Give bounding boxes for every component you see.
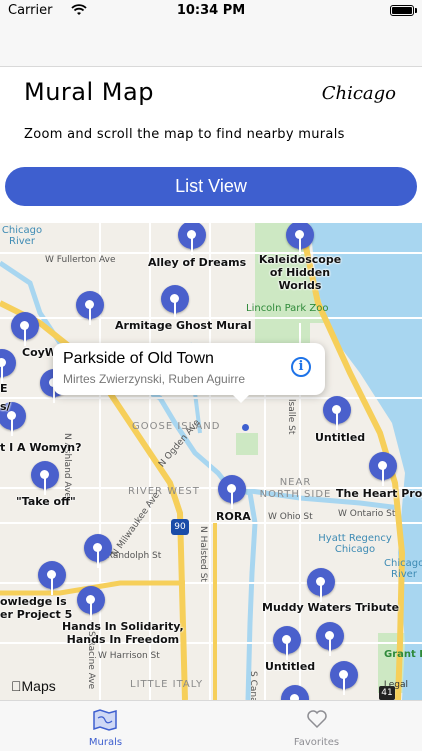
tab-bar: Murals Favorites	[0, 700, 422, 751]
area-label: NEAR NORTH SIDE	[259, 477, 332, 500]
tab-murals[interactable]: Murals	[0, 701, 211, 751]
water-label: Chicago River	[384, 558, 422, 580]
mural-label: Untitled	[265, 660, 316, 673]
street-label: W Fullerton Ave	[45, 255, 116, 265]
mural-pin[interactable]	[76, 291, 104, 343]
tab-favorites[interactable]: Favorites	[211, 701, 422, 751]
water-label: Chicago River	[1, 225, 43, 247]
mural-label: owledge Is er Project 5	[0, 595, 73, 621]
street-label: N Halsted St	[198, 526, 208, 582]
street-label: lsalle St	[286, 399, 296, 435]
mural-callout[interactable]: Parkside of Old Town Mirtes Zwierzynski,…	[53, 343, 325, 403]
mural-label: The Heart Proje	[336, 487, 422, 500]
mural-label: Hands In Solidarity, Hands In Freedom	[62, 620, 184, 646]
callout-arrow	[231, 393, 251, 403]
navigation-bar	[0, 22, 422, 67]
list-view-button[interactable]: List View	[5, 167, 417, 206]
map-view[interactable]: GOOSE ISLAND RIVER WEST NEAR NORTH SIDE …	[0, 223, 422, 700]
mural-label: Kaleidoscope of Hidden Worlds	[258, 253, 342, 292]
mural-pin[interactable]	[281, 685, 309, 700]
park-label: Lincoln Park Zoo	[246, 303, 329, 314]
tab-label: Favorites	[293, 737, 340, 748]
street-label: S Canal	[248, 671, 258, 700]
mural-label: Untitled	[315, 431, 366, 444]
mural-label: E	[0, 382, 8, 395]
mural-pin[interactable]	[330, 661, 358, 700]
street-label: W Harrison St	[98, 651, 160, 661]
area-label: GOOSE ISLAND	[132, 421, 221, 432]
battery-icon	[390, 5, 414, 16]
maps-logo-text: Maps	[11, 678, 56, 694]
mural-label: t I A Womyn?	[0, 441, 82, 454]
heart-icon	[305, 707, 329, 735]
status-bar: Carrier 10:34 PM	[0, 0, 422, 22]
header: Mural Map Chicago Zoom and scroll the ma…	[0, 67, 422, 223]
city-label: Chicago	[321, 83, 396, 104]
location-dot	[242, 424, 249, 431]
legal-link[interactable]: Legal	[384, 680, 408, 690]
mural-label: Muddy Waters Tribute	[262, 601, 400, 614]
callout-title: Parkside of Old Town	[63, 350, 214, 367]
mural-label: Alley of Dreams	[148, 256, 247, 269]
mural-label: CoyW	[22, 346, 57, 359]
battery-cap	[415, 8, 417, 13]
mural-label: "Take off"	[16, 495, 76, 508]
street-label: W Ohio St	[268, 512, 313, 522]
mural-label: Armitage Ghost Mural	[115, 319, 252, 332]
mural-label: RORA	[216, 510, 251, 523]
clock: 10:34 PM	[176, 3, 246, 18]
map-icon	[92, 707, 118, 737]
street-label: W Ontario St	[338, 509, 396, 519]
hotel-label: Hyatt Regency Chicago	[318, 533, 392, 555]
apple-logo-icon: 	[11, 678, 22, 694]
mural-label: s/	[0, 400, 11, 413]
mural-pin[interactable]	[84, 534, 112, 586]
info-icon[interactable]: i	[291, 357, 311, 377]
subtitle: Zoom and scroll the map to find nearby m…	[24, 127, 345, 142]
page-title: Mural Map	[24, 78, 154, 106]
park-label: Grant Pa	[384, 649, 422, 660]
area-label: LITTLE ITALY	[130, 679, 204, 690]
area-label: RIVER WEST	[128, 486, 200, 497]
highway-shield: 90	[171, 519, 189, 535]
maps-logo: Maps	[11, 678, 56, 694]
callout-artists: Mirtes Zwierzynski, Ruben Aguirre	[63, 372, 246, 386]
tab-label: Murals	[88, 737, 123, 748]
